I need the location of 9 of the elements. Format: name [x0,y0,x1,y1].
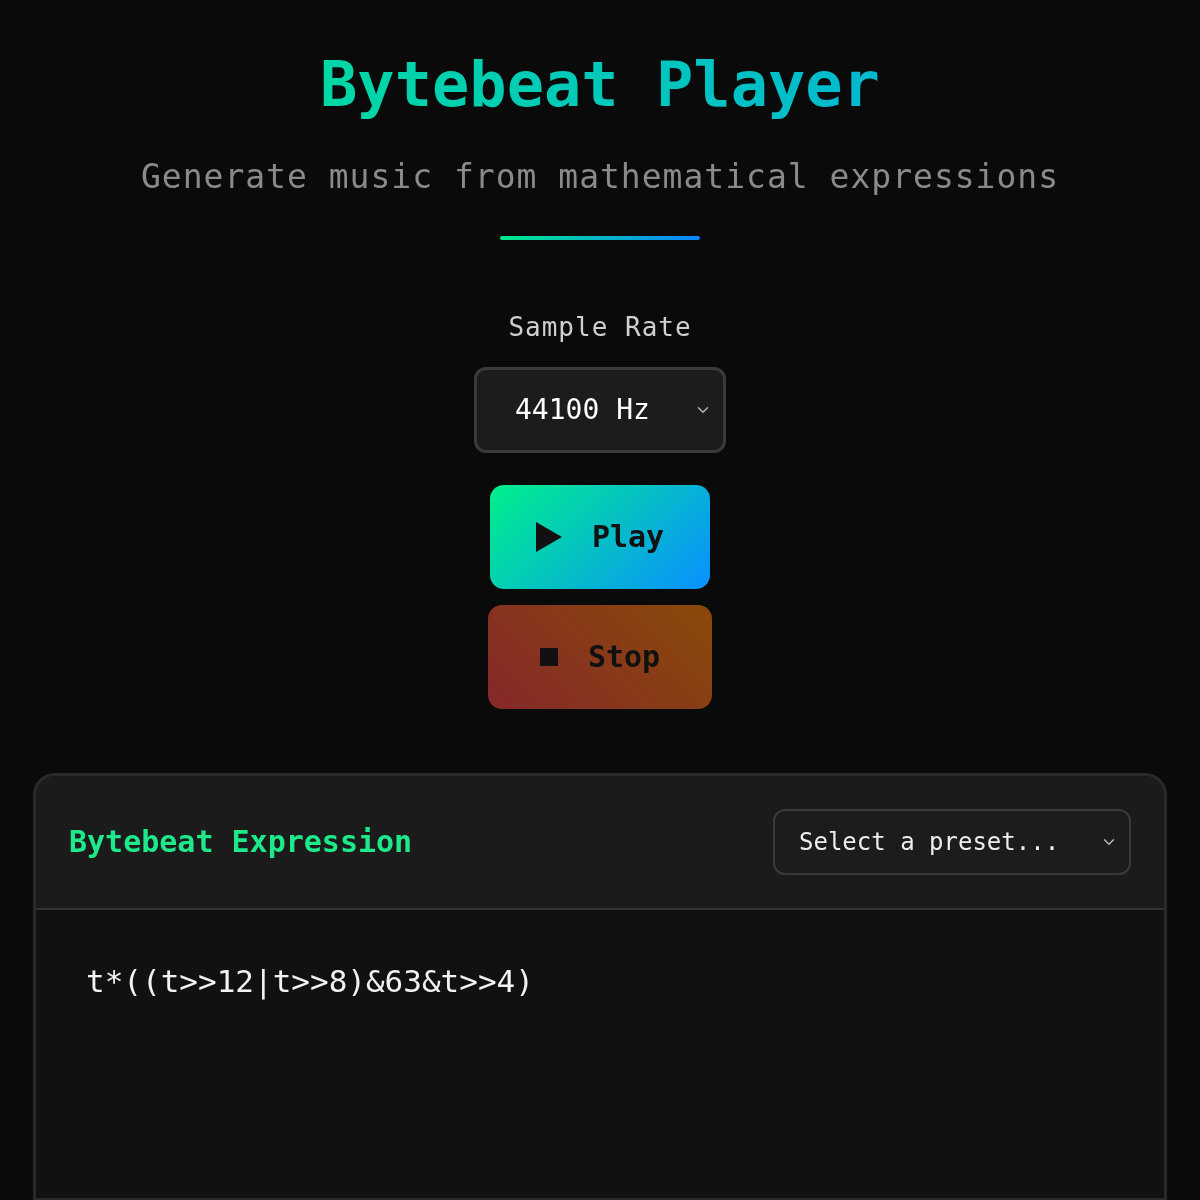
app-subtitle: Generate music from mathematical expressions [139,156,1061,199]
preset-select[interactable]: Select a preset... [773,808,1131,875]
expression-field[interactable]: t*((t>>12|t>>8)&63&t>>4) [36,909,1164,1198]
sample-rate-select[interactable]: 44100 Hz [474,366,726,453]
play-icon [535,521,562,552]
stop-icon [539,647,558,666]
play-button[interactable]: Play [490,484,710,589]
card-title: Bytebeat Expression [69,823,413,860]
sample-rate-label: Sample Rate [507,310,693,344]
